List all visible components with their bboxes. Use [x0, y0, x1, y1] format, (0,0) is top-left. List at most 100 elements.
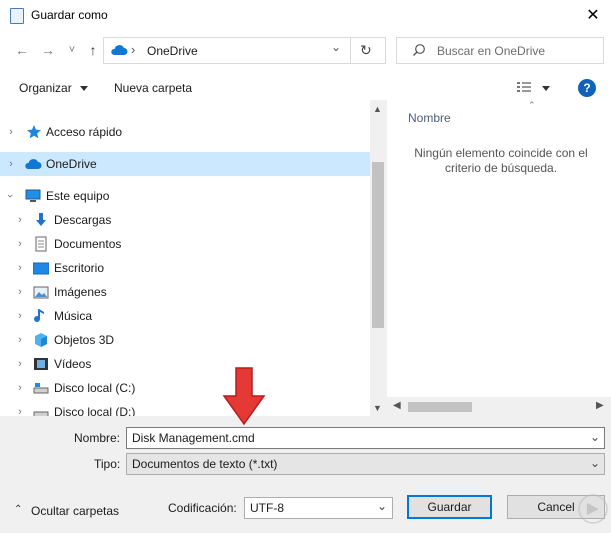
tree-label: Música	[54, 309, 93, 323]
file-type-value: Documentos de texto (*.txt)	[132, 457, 278, 471]
expand-chevron-icon[interactable]: ›	[15, 334, 25, 346]
navigation-pane[interactable]: › Acceso rápido › OneDrive › Este equipo…	[0, 100, 370, 416]
expand-chevron-icon[interactable]: ›	[15, 358, 25, 370]
tree-label: Escritorio	[54, 261, 105, 275]
expand-chevron-icon[interactable]: ›	[6, 126, 16, 138]
encoding-label: Codificación:	[168, 501, 237, 515]
expand-chevron-icon[interactable]: ›	[15, 382, 25, 394]
collapse-chevron-icon[interactable]: ›	[4, 191, 16, 201]
breadcrumb-chevron-icon: ›	[131, 42, 136, 57]
organize-label: Organizar	[19, 81, 72, 95]
organize-menu[interactable]: Organizar	[19, 81, 89, 95]
annotation-arrow-icon	[222, 366, 266, 426]
address-dropdown-icon[interactable]: ⌄	[331, 40, 341, 54]
cloud-icon	[110, 43, 128, 57]
view-dropdown-icon[interactable]	[542, 86, 550, 91]
tree-label: Disco local (C:)	[54, 381, 136, 395]
filename-dropdown-icon[interactable]: ⌄	[590, 430, 600, 444]
column-header-name[interactable]: Nombre	[408, 111, 451, 125]
scrollbar-thumb[interactable]	[372, 162, 384, 328]
download-icon	[33, 212, 49, 228]
address-divider	[350, 38, 351, 63]
logo-watermark-icon	[578, 491, 608, 527]
desktop-icon	[32, 260, 50, 276]
image-icon	[33, 284, 49, 300]
expand-chevron-icon[interactable]: ›	[15, 406, 25, 416]
tree-item-drive-c[interactable]: › Disco local (C:)	[0, 376, 370, 400]
tree-item-this-pc[interactable]: › Este equipo	[0, 184, 370, 208]
close-button[interactable]: ✕	[581, 4, 605, 28]
save-button[interactable]: Guardar	[407, 495, 492, 519]
tree-label: OneDrive	[46, 157, 97, 171]
document-icon	[33, 236, 49, 252]
tree-item-videos[interactable]: › Vídeos	[0, 352, 370, 376]
scroll-down-icon[interactable]: ▼	[373, 403, 382, 413]
tree-item-pictures[interactable]: › Imágenes	[0, 280, 370, 304]
encoding-value: UTF-8	[250, 501, 284, 515]
cube-icon	[33, 332, 49, 348]
window-title: Guardar como	[31, 8, 108, 22]
star-icon	[26, 124, 42, 140]
empty-message-line: Ningún elemento coincide con el	[414, 146, 588, 160]
address-bar[interactable]	[103, 37, 386, 64]
empty-state-message: Ningún elemento coincide con el criterio…	[396, 146, 606, 176]
scroll-right-icon[interactable]: ▶	[596, 400, 604, 411]
tree-label: Objetos 3D	[54, 333, 115, 347]
chevron-up-icon: ⌃	[14, 504, 23, 515]
recent-locations-button[interactable]: ˅	[62, 40, 82, 60]
filename-input[interactable]: Disk Management.cmd	[126, 427, 605, 449]
back-button[interactable]: ←	[12, 40, 32, 60]
drive-icon	[33, 380, 49, 396]
drive-icon	[33, 404, 49, 416]
tree-item-music[interactable]: › Música	[0, 304, 370, 328]
refresh-button[interactable]: ↻	[360, 42, 372, 59]
hide-folders-button[interactable]: Ocultar carpetas	[31, 504, 119, 518]
search-icon	[412, 43, 426, 57]
new-folder-button[interactable]: Nueva carpeta	[114, 81, 192, 95]
tree-label: Documentos	[54, 237, 122, 251]
encoding-select[interactable]: UTF-8	[244, 497, 393, 519]
forward-button[interactable]: →	[38, 40, 58, 60]
tree-item-3d-objects[interactable]: › Objetos 3D	[0, 328, 370, 352]
help-button[interactable]: ?	[578, 79, 596, 97]
tree-label: Imágenes	[54, 285, 107, 299]
filename-value: Disk Management.cmd	[132, 431, 255, 445]
scroll-left-icon[interactable]: ◀	[393, 400, 401, 411]
music-icon	[33, 308, 49, 324]
encoding-dropdown-icon[interactable]: ⌄	[377, 499, 387, 513]
expand-chevron-icon[interactable]: ›	[15, 214, 25, 226]
video-icon	[33, 356, 49, 372]
expand-chevron-icon[interactable]: ›	[15, 262, 25, 274]
notepad-icon	[10, 8, 24, 24]
computer-icon	[25, 188, 41, 204]
file-type-select[interactable]: Documentos de texto (*.txt)	[126, 453, 605, 475]
expand-chevron-icon[interactable]: ›	[15, 238, 25, 250]
up-button[interactable]: ↑	[83, 40, 103, 60]
tree-label: Descargas	[54, 213, 112, 227]
breadcrumb-location[interactable]: OneDrive	[147, 44, 198, 58]
tree-item-onedrive[interactable]: › OneDrive	[0, 152, 370, 176]
expand-chevron-icon[interactable]: ›	[15, 286, 25, 298]
sort-indicator-icon: ⌃	[528, 100, 536, 110]
name-label: Nombre:	[74, 431, 121, 445]
expand-chevron-icon[interactable]: ›	[6, 158, 16, 170]
empty-message-line: criterio de búsqueda.	[444, 161, 558, 175]
file-type-dropdown-icon[interactable]: ⌄	[590, 456, 600, 470]
tree-label: Vídeos	[54, 357, 92, 371]
tree-item-documents[interactable]: › Documentos	[0, 232, 370, 256]
tree-item-downloads[interactable]: › Descargas	[0, 208, 370, 232]
tree-item-drive-d[interactable]: › Disco local (D:)	[0, 400, 370, 416]
scroll-up-icon[interactable]: ▲	[373, 104, 382, 114]
tree-label: Acceso rápido	[46, 125, 123, 139]
tree-item-desktop[interactable]: › Escritorio	[0, 256, 370, 280]
view-options-icon[interactable]	[517, 81, 531, 93]
tree-label: Este equipo	[46, 189, 110, 203]
tree-item-quick-access[interactable]: › Acceso rápido	[0, 120, 370, 144]
h-scrollbar-thumb[interactable]	[408, 402, 472, 412]
expand-chevron-icon[interactable]: ›	[15, 310, 25, 322]
file-list-pane[interactable]	[387, 100, 611, 397]
type-label: Tipo:	[94, 457, 121, 471]
cloud-icon	[24, 157, 42, 173]
search-placeholder: Buscar en OneDrive	[437, 44, 546, 58]
caret-down-icon	[80, 86, 89, 92]
